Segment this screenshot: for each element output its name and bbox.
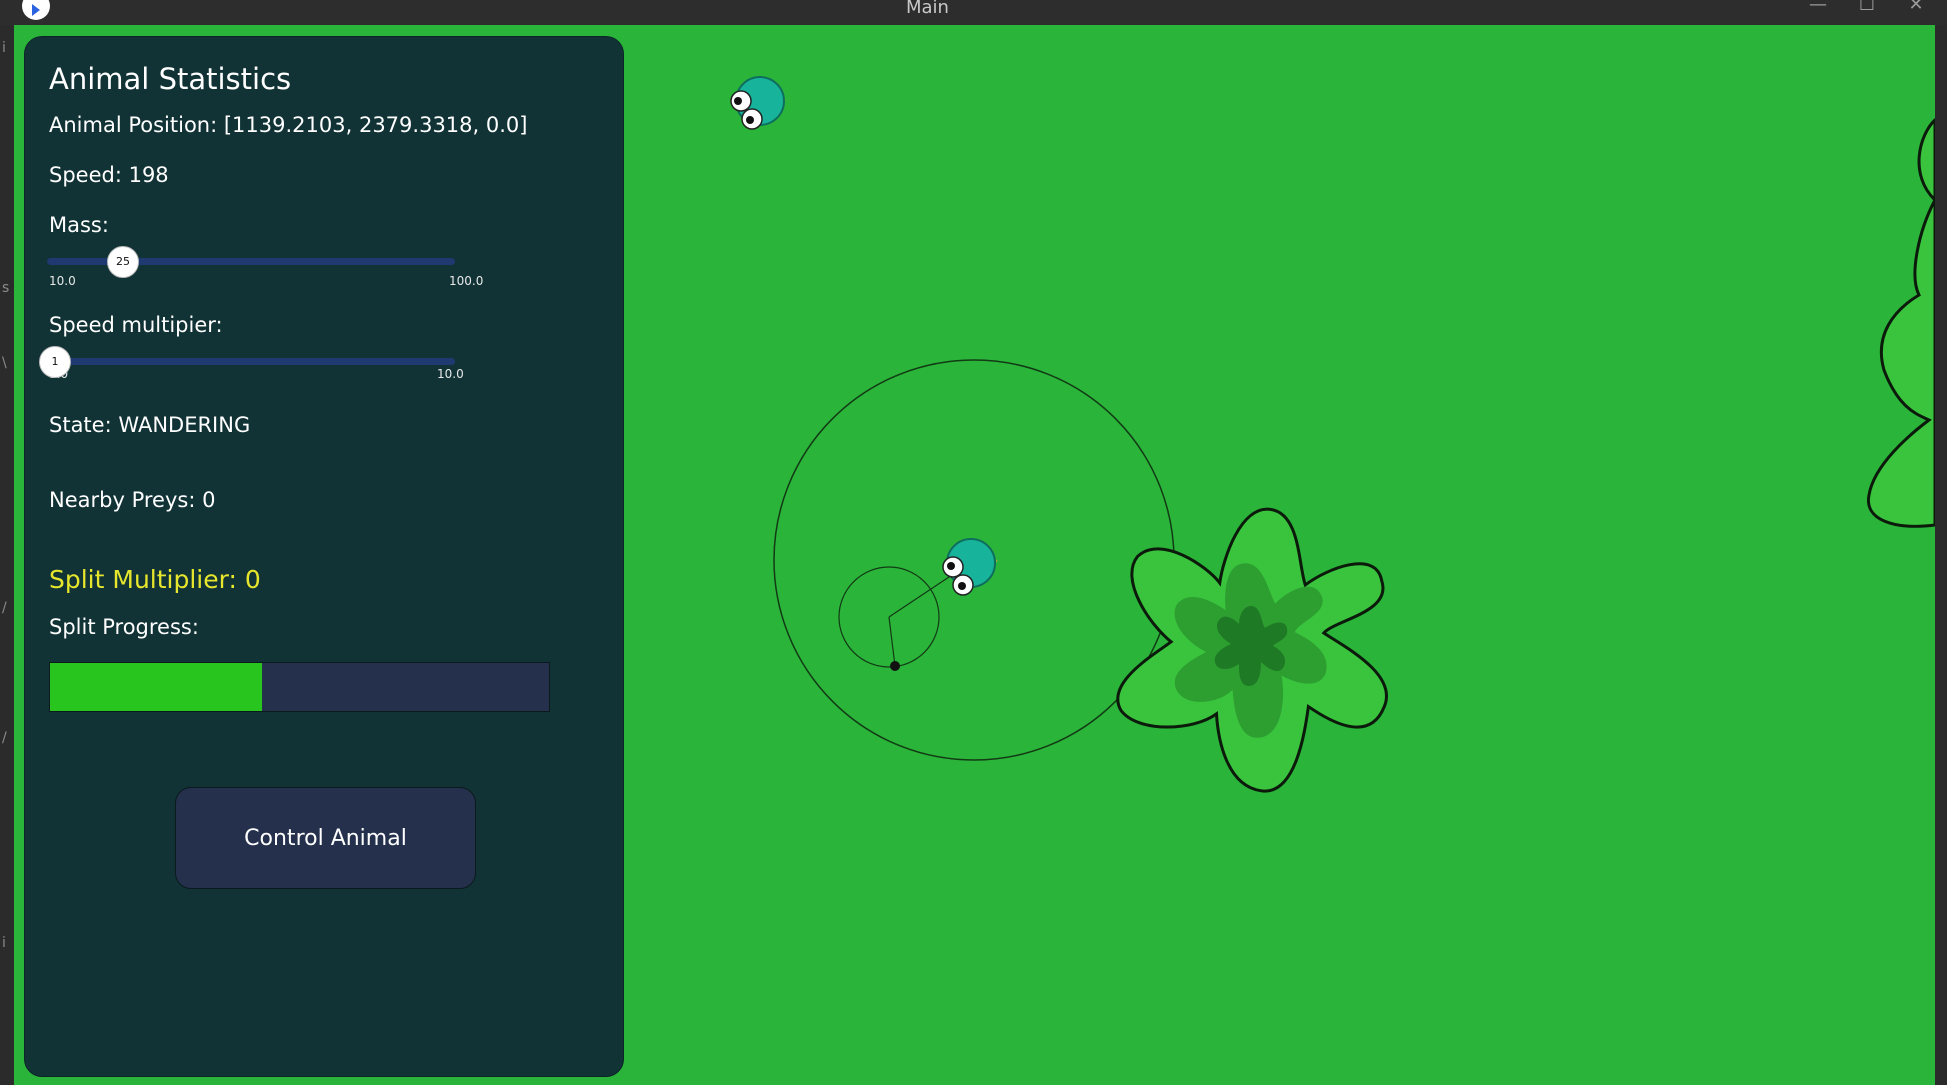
- speed-label: Speed: 198: [49, 163, 169, 187]
- speed-max-label: 10.0: [437, 367, 464, 381]
- mass-max-label: 100.0: [449, 274, 484, 288]
- strip-mark: s: [2, 280, 10, 296]
- split-progress-label: Split Progress:: [49, 615, 199, 639]
- split-multiplier-label: Split Multiplier: 0: [49, 565, 261, 594]
- close-button[interactable]: ✕: [1896, 0, 1936, 20]
- strip-mark: /: [2, 600, 7, 616]
- strip-mark: i: [2, 935, 6, 951]
- maximize-button[interactable]: ☐: [1847, 0, 1887, 20]
- speed-multiplier-label: Speed multipier:: [49, 313, 223, 337]
- split-progress-bar: [49, 662, 550, 712]
- strip-mark: \: [2, 355, 7, 371]
- minimize-button[interactable]: —: [1798, 0, 1838, 20]
- speed-slider-thumb[interactable]: 1: [39, 346, 71, 378]
- state-label: State: WANDERING: [49, 413, 251, 437]
- mass-slider-thumb[interactable]: 25: [107, 246, 139, 278]
- animal-stats-panel: Animal Statistics Animal Position: [1139…: [24, 36, 624, 1077]
- plant-icon[interactable]: [1104, 491, 1410, 806]
- animal-position: Animal Position: [1139.2103, 2379.3318, …: [49, 113, 528, 137]
- editor-left-strip: i s \ / / i: [0, 25, 14, 1085]
- mass-min-label: 10.0: [49, 274, 76, 288]
- split-progress-fill: [50, 663, 263, 711]
- plant-icon[interactable]: [1867, 117, 1935, 528]
- title-bar: Main — ☐ ✕: [0, 0, 1947, 25]
- nearby-preys-label: Nearby Preys: 0: [49, 488, 216, 512]
- animal-icon[interactable]: [942, 538, 998, 596]
- strip-mark: i: [2, 40, 6, 56]
- window-title: Main: [906, 0, 949, 18]
- panel-title: Animal Statistics: [49, 62, 292, 96]
- speed-slider-track[interactable]: [47, 358, 455, 365]
- animal-icon[interactable]: [730, 76, 786, 130]
- window-edge: [1935, 25, 1947, 1085]
- control-animal-button[interactable]: Control Animal: [175, 787, 476, 889]
- strip-mark: /: [2, 730, 7, 746]
- mass-label: Mass:: [49, 213, 109, 237]
